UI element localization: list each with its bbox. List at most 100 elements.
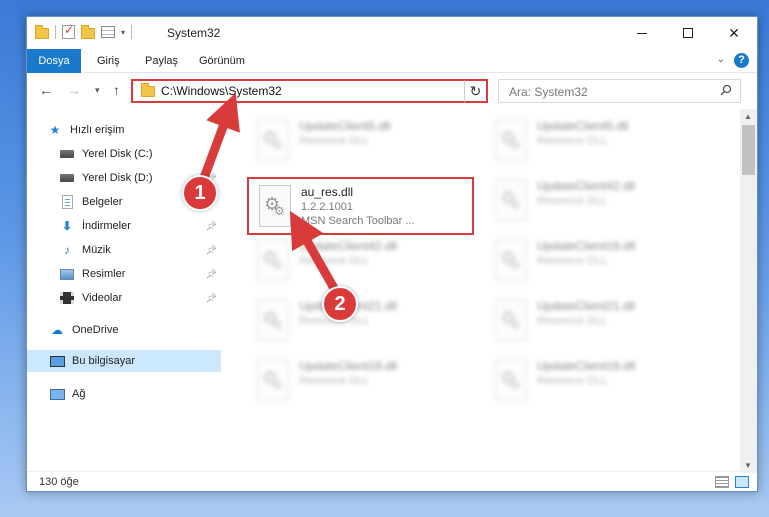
- sidebar-item-label: Hızlı erişim: [70, 124, 125, 136]
- quick-access-toolbar: ▾: [35, 23, 133, 39]
- sidebar-item-label: Yerel Disk (D:): [82, 172, 153, 184]
- tab-share[interactable]: Paylaş: [145, 49, 178, 73]
- help-icon[interactable]: ?: [734, 53, 749, 68]
- sidebar-item-label: Ağ: [72, 388, 86, 400]
- recent-locations-button[interactable]: ▾: [95, 85, 100, 96]
- file-name: UpdateClient5.dll: [537, 119, 629, 133]
- sidebar-item-music[interactable]: ♪ Müzik 📌︎: [27, 239, 221, 261]
- details-view-icon[interactable]: [715, 476, 729, 488]
- back-button[interactable]: ←: [39, 82, 53, 98]
- file-name: UpdateClient42.dll: [299, 239, 398, 253]
- pictures-icon: [59, 267, 75, 281]
- sidebar-item-label: Yerel Disk (C:): [82, 148, 153, 160]
- up-button[interactable]: ↑: [113, 82, 120, 98]
- dll-file-icon: [495, 299, 527, 341]
- file-item[interactable]: UpdateClient5.dll Resource DLL: [485, 113, 711, 167]
- toolbar-divider: [131, 25, 133, 39]
- sidebar-item-pictures[interactable]: Resimler 📌︎: [27, 263, 221, 285]
- scrollbar-thumb[interactable]: [742, 125, 755, 175]
- dll-file-icon: [257, 359, 289, 401]
- folder-icon: [141, 83, 155, 97]
- videos-icon: [59, 291, 75, 305]
- sidebar-item-quick-access[interactable]: ★ Hızlı erişim: [27, 119, 221, 141]
- file-item[interactable]: UpdateClient42.dll Resource DLL: [485, 173, 711, 227]
- file-item[interactable]: UpdateClient19.dll Resource DLL: [485, 353, 711, 407]
- downloads-icon: ⬇: [61, 219, 73, 233]
- close-icon: ✕: [728, 24, 740, 41]
- file-explorer-window: ▾ System32 ✕ Dosya Giriş Paylaş Görünüm …: [26, 16, 758, 492]
- search-icon: [720, 84, 732, 96]
- file-description: Resource DLL: [299, 255, 370, 267]
- star-icon: ★: [49, 123, 61, 137]
- pin-icon[interactable]: 📌︎: [206, 269, 217, 280]
- file-list: UpdateClient5.dll Resource DLL UpdateCli…: [227, 109, 741, 473]
- music-icon: ♪: [64, 243, 70, 257]
- tab-view[interactable]: Görünüm: [199, 49, 245, 73]
- sidebar-item-this-pc[interactable]: Bu bilgisayar: [27, 350, 221, 372]
- minimize-icon: [637, 32, 647, 34]
- properties-check-icon[interactable]: [62, 23, 75, 39]
- file-name: UpdateClient19.dll: [299, 359, 398, 373]
- file-item[interactable]: UpdateClient21.dll Resource DLL: [485, 293, 711, 347]
- this-pc-icon: [49, 354, 65, 368]
- toolbar-divider: [55, 25, 56, 39]
- minimize-button[interactable]: [619, 17, 665, 49]
- dll-file-icon: [259, 185, 291, 227]
- sidebar-item-videos[interactable]: Videolar 📌︎: [27, 287, 221, 309]
- file-name: UpdateClient21.dll: [537, 299, 636, 313]
- file-description: MSN Search Toolbar ...: [301, 215, 415, 227]
- sidebar-item-local-disk-c[interactable]: Yerel Disk (C:): [27, 143, 221, 165]
- file-item-au-res[interactable]: au_res.dll 1.2.2.1001 MSN Search Toolbar…: [249, 179, 475, 233]
- dll-file-icon: [257, 239, 289, 281]
- step-2-badge: 2: [322, 286, 358, 322]
- dll-file-icon: [495, 359, 527, 401]
- window-title: System32: [167, 26, 221, 40]
- file-item[interactable]: UpdateClient19.dll Resource DLL: [247, 353, 473, 407]
- pin-icon[interactable]: 📌︎: [206, 293, 217, 304]
- sidebar-item-network[interactable]: Ağ: [27, 383, 221, 405]
- tab-file[interactable]: Dosya: [27, 49, 81, 73]
- file-item[interactable]: UpdateClient42.dll Resource DLL: [247, 233, 473, 287]
- file-description: Resource DLL: [299, 135, 370, 147]
- file-name: UpdateClient19.dll: [537, 239, 636, 253]
- vertical-scrollbar[interactable]: ▲ ▼: [740, 109, 757, 473]
- scroll-up-icon[interactable]: ▲: [744, 112, 752, 121]
- file-description: Resource DLL: [537, 315, 608, 327]
- address-path[interactable]: C:\Windows\System32: [161, 84, 282, 98]
- dll-file-icon: [495, 179, 527, 221]
- sidebar-item-label: İndirmeler: [82, 220, 131, 232]
- title-bar: ▾ System32 ✕: [27, 17, 757, 49]
- file-name: au_res.dll: [301, 185, 354, 199]
- scroll-down-icon[interactable]: ▼: [744, 461, 752, 470]
- pin-icon[interactable]: 📌︎: [206, 245, 217, 256]
- folder-icon: [35, 24, 49, 39]
- pin-icon[interactable]: 📌︎: [206, 221, 217, 232]
- search-placeholder: Ara: System32: [509, 85, 588, 99]
- search-input[interactable]: Ara: System32: [498, 79, 741, 103]
- file-item[interactable]: UpdateClient19.dll Resource DLL: [485, 233, 711, 287]
- forward-button[interactable]: →: [67, 82, 81, 98]
- address-bar[interactable]: C:\Windows\System32 ⌄: [131, 79, 488, 103]
- refresh-button[interactable]: ↻: [464, 79, 488, 103]
- tab-home[interactable]: Giriş: [97, 49, 120, 73]
- dll-file-icon: [257, 299, 289, 341]
- large-icons-view-icon[interactable]: [735, 476, 749, 488]
- expand-ribbon-icon[interactable]: ⌄: [717, 54, 725, 65]
- file-name: UpdateClient5.dll: [299, 119, 391, 133]
- navigation-bar: ← → ▾ ↑ C:\Windows\System32 ⌄ ↻ Ara: Sys…: [27, 73, 757, 109]
- file-item[interactable]: UpdateClient21.dll Resource DLL: [247, 293, 473, 347]
- status-bar: 130 öğe: [27, 471, 757, 491]
- item-count: 130 öğe: [39, 476, 79, 488]
- file-item[interactable]: UpdateClient5.dll Resource DLL: [247, 113, 473, 167]
- navigation-pane: ★ Hızlı erişim Yerel Disk (C:) Yerel Dis…: [27, 109, 221, 473]
- file-name: UpdateClient19.dll: [537, 359, 636, 373]
- customize-toolbar-icon[interactable]: ▾: [121, 28, 125, 37]
- maximize-icon: [683, 28, 693, 38]
- sidebar-item-downloads[interactable]: ⬇ İndirmeler 📌︎: [27, 215, 221, 237]
- sidebar-item-onedrive[interactable]: ☁ OneDrive: [27, 319, 221, 341]
- network-icon: [49, 387, 65, 401]
- new-folder-icon[interactable]: [81, 24, 95, 39]
- properties-icon[interactable]: [101, 26, 115, 38]
- close-button[interactable]: ✕: [711, 17, 757, 49]
- maximize-button[interactable]: [665, 17, 711, 49]
